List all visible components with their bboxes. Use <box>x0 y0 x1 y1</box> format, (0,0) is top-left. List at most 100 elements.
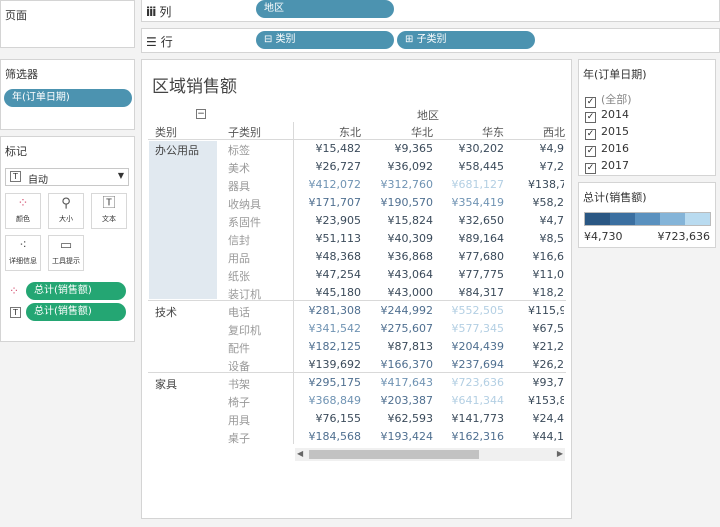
sales-cell[interactable]: ¥368,849 <box>291 394 362 407</box>
subcategory-label[interactable]: 设备 <box>228 358 250 374</box>
sales-cell[interactable]: ¥43,000 <box>363 286 434 299</box>
subcategory-label[interactable]: 复印机 <box>228 322 261 338</box>
sales-cell[interactable]: ¥162,316 <box>434 430 505 443</box>
row-pill-subcategory[interactable]: ⊞ 子类别 <box>397 31 535 49</box>
sales-cell[interactable]: ¥76,155 <box>291 412 362 425</box>
sales-cell[interactable]: ¥47,254 <box>291 268 362 281</box>
sales-cell[interactable]: ¥15,824 <box>363 214 434 227</box>
subcategory-label[interactable]: 用品 <box>228 250 250 266</box>
legend-color-ramp[interactable] <box>584 212 711 226</box>
sales-cell[interactable]: ¥166,370 <box>363 358 434 371</box>
year-option[interactable]: ✓ 2017 <box>585 159 629 174</box>
mark-pill-text-sales[interactable]: 总计(销售额) <box>26 303 126 321</box>
subcategory-label[interactable]: 书架 <box>228 376 250 392</box>
sales-cell[interactable]: ¥9,365 <box>363 142 434 155</box>
category-label[interactable]: 办公用品 <box>155 142 199 158</box>
subcategory-label[interactable]: 装订机 <box>228 286 261 302</box>
region-col-header[interactable]: 东北 <box>311 124 361 140</box>
sales-cell[interactable]: ¥87,813 <box>363 340 434 353</box>
region-col-header[interactable]: 华北 <box>383 124 433 140</box>
sales-cell[interactable]: ¥77,775 <box>434 268 505 281</box>
sales-cell[interactable]: ¥21,2 <box>528 340 565 353</box>
subcategory-label[interactable]: 信封 <box>228 232 250 248</box>
sales-cell[interactable]: ¥190,570 <box>363 196 434 209</box>
sales-cell[interactable]: ¥26,2 <box>528 358 565 371</box>
sales-cell[interactable]: ¥139,692 <box>291 358 362 371</box>
subcategory-label[interactable]: 桌子 <box>228 430 250 446</box>
sales-cell[interactable]: ¥412,072 <box>291 178 362 191</box>
sales-cell[interactable]: ¥16,6 <box>528 250 565 263</box>
row-pill-category[interactable]: ⊟ 类别 <box>256 31 394 49</box>
sales-cell[interactable]: ¥30,202 <box>434 142 505 155</box>
year-option[interactable]: ✓ 2015 <box>585 125 629 140</box>
subcategory-label[interactable]: 配件 <box>228 340 250 356</box>
year-option[interactable]: ✓ 2016 <box>585 142 629 157</box>
sales-cell[interactable]: ¥244,992 <box>363 304 434 317</box>
filter-pill-order-year[interactable]: 年(订单日期) <box>4 89 132 107</box>
sales-cell[interactable]: ¥204,439 <box>434 340 505 353</box>
mark-pill-color-sales[interactable]: 总计(销售额) <box>26 282 126 300</box>
sales-cell[interactable]: ¥32,650 <box>434 214 505 227</box>
category-label[interactable]: 技术 <box>155 304 177 320</box>
scroll-left-icon[interactable]: ◀ <box>297 449 303 458</box>
collapse-button[interactable]: − <box>196 109 206 119</box>
sales-cell[interactable]: ¥281,308 <box>291 304 362 317</box>
sales-cell[interactable]: ¥171,707 <box>291 196 362 209</box>
sales-cell[interactable]: ¥184,568 <box>291 430 362 443</box>
subcategory-label[interactable]: 椅子 <box>228 394 250 410</box>
subcategory-label[interactable]: 收纳具 <box>228 196 261 212</box>
sales-cell[interactable]: ¥58,2 <box>528 196 565 209</box>
sales-cell[interactable]: ¥341,542 <box>291 322 362 335</box>
sales-cell[interactable]: ¥138,7 <box>528 178 564 191</box>
sales-cell[interactable]: ¥577,345 <box>434 322 505 335</box>
column-pill-region[interactable]: 地区 <box>256 0 394 18</box>
sales-cell[interactable]: ¥26,727 <box>291 160 362 173</box>
size-button[interactable]: ⚲ 大小 <box>48 193 84 229</box>
year-option[interactable]: ✓ 2014 <box>585 108 629 123</box>
region-col-header[interactable]: 华东 <box>454 124 504 140</box>
sales-cell[interactable]: ¥40,309 <box>363 232 434 245</box>
sales-cell[interactable]: ¥67,5 <box>528 322 565 335</box>
sales-cell[interactable]: ¥275,607 <box>363 322 434 335</box>
scroll-right-icon[interactable]: ▶ <box>557 449 563 458</box>
sales-cell[interactable]: ¥312,760 <box>363 178 434 191</box>
sales-cell[interactable]: ¥36,092 <box>363 160 434 173</box>
subcategory-label[interactable]: 纸张 <box>228 268 250 284</box>
sales-cell[interactable]: ¥44,1 <box>528 430 565 443</box>
sales-cell[interactable]: ¥115,9 <box>528 304 564 317</box>
sales-cell[interactable]: ¥723,636 <box>434 376 505 389</box>
sales-cell[interactable]: ¥84,317 <box>434 286 505 299</box>
sales-cell[interactable]: ¥203,387 <box>363 394 434 407</box>
sales-cell[interactable]: ¥4,7 <box>528 214 565 227</box>
sales-cell[interactable]: ¥15,482 <box>291 142 362 155</box>
subcategory-label[interactable]: 标签 <box>228 142 250 158</box>
sales-cell[interactable]: ¥295,175 <box>291 376 362 389</box>
sales-cell[interactable]: ¥36,868 <box>363 250 434 263</box>
sales-cell[interactable]: ¥23,905 <box>291 214 362 227</box>
subcategory-label[interactable]: 系固件 <box>228 214 261 230</box>
sales-cell[interactable]: ¥182,125 <box>291 340 362 353</box>
color-button[interactable]: ⁘ 颜色 <box>5 193 41 229</box>
sales-cell[interactable]: ¥354,419 <box>434 196 505 209</box>
subcategory-label[interactable]: 美术 <box>228 160 250 176</box>
sales-cell[interactable]: ¥89,164 <box>434 232 505 245</box>
sales-cell[interactable]: ¥153,8 <box>528 394 564 407</box>
sales-cell[interactable]: ¥77,680 <box>434 250 505 263</box>
sales-cell[interactable]: ¥417,643 <box>363 376 434 389</box>
sales-cell[interactable]: ¥237,694 <box>434 358 505 371</box>
sales-cell[interactable]: ¥552,505 <box>434 304 505 317</box>
text-button[interactable]: 🅃 文本 <box>91 193 127 229</box>
year-option[interactable]: ✓ (全部) <box>585 91 632 108</box>
mark-type-dropdown[interactable]: T 自动 ▼ <box>5 168 129 186</box>
sales-cell[interactable]: ¥193,424 <box>363 430 434 443</box>
sales-cell[interactable]: ¥4,9 <box>528 142 565 155</box>
sales-cell[interactable]: ¥141,773 <box>434 412 505 425</box>
detail-button[interactable]: ⁖ 详细信息 <box>5 235 41 271</box>
subcategory-label[interactable]: 用具 <box>228 412 250 428</box>
scrollbar-thumb[interactable] <box>309 450 479 459</box>
category-label[interactable]: 家具 <box>155 376 177 392</box>
sales-cell[interactable]: ¥58,445 <box>434 160 505 173</box>
sales-cell[interactable]: ¥11,0 <box>528 268 565 281</box>
horizontal-scrollbar[interactable]: ◀ ▶ <box>295 448 565 461</box>
sales-cell[interactable]: ¥8,5 <box>528 232 565 245</box>
